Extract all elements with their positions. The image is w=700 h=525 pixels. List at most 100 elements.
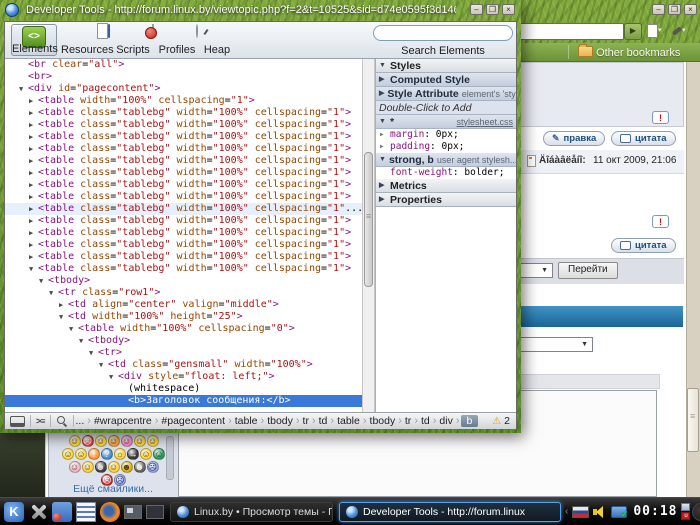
tree-row[interactable]: ▶<table class="tablebg" width="100%" cel… <box>5 239 362 251</box>
tab-profiles[interactable]: Profiles <box>157 24 197 56</box>
smiley-icon[interactable]: ☺ <box>69 461 81 473</box>
devtools-minimize-icon[interactable]: – <box>470 4 483 15</box>
tab-resources[interactable]: Resources <box>61 24 109 56</box>
browser-minimize-icon[interactable]: – <box>652 4 665 15</box>
tree-scrollbar-thumb[interactable] <box>364 152 373 287</box>
triangle-right-icon[interactable]: ▶ <box>29 107 38 119</box>
devtools-titlebar[interactable]: Developer Tools - http://forum.linux.by/… <box>0 0 521 21</box>
volume-icon[interactable] <box>593 505 607 519</box>
breadcrumb-item[interactable]: tr <box>403 415 413 427</box>
panel-cashew-icon[interactable] <box>692 503 700 521</box>
computed-style-header[interactable]: ▶Computed Style <box>376 73 516 87</box>
strongb-rule-header[interactable]: ▼strong, buser agent stylesh... <box>376 153 516 167</box>
triangle-right-icon[interactable]: ▶ <box>29 191 38 203</box>
tree-row[interactable]: ▶<table class="tablebg" width="100%" cel… <box>5 107 362 119</box>
tree-row[interactable]: ▶<table class="tablebg" width="100%" cel… <box>5 119 362 131</box>
tree-row[interactable]: ▶<td align="center" valign="middle"> <box>5 299 362 311</box>
tree-row[interactable]: ▼<tr> <box>5 347 362 359</box>
smiley-icon[interactable]: ☺ <box>147 435 159 447</box>
tree-row[interactable]: ▶<table class="tablebg" width="100%" cel… <box>5 191 362 203</box>
triangle-down-icon[interactable]: ▼ <box>69 323 78 335</box>
smiley-icon[interactable]: ! <box>88 448 100 460</box>
triangle-down-icon[interactable]: ▼ <box>19 83 28 95</box>
triangle-right-icon[interactable]: ▶ <box>29 95 38 107</box>
browser-maximize-icon[interactable]: ❐ <box>668 4 681 15</box>
tree-row[interactable]: ▼<table width="100%" cellspacing="0"> <box>5 323 362 335</box>
tree-row[interactable]: ▼<tbody> <box>5 335 362 347</box>
system-tools-icon[interactable] <box>28 502 48 522</box>
tree-row[interactable]: ▶<table class="tablebg" width="100%" cel… <box>5 143 362 155</box>
triangle-down-icon[interactable]: ▼ <box>29 263 38 275</box>
smiley-icon[interactable]: ☺ <box>108 461 120 473</box>
jump-go-button[interactable]: Перейти <box>558 262 618 279</box>
triangle-right-icon[interactable]: ▶ <box>29 119 38 131</box>
css-property[interactable]: ▶margin: 0px; <box>376 129 516 141</box>
breadcrumb-item[interactable]: table <box>335 415 362 427</box>
smiley-icon[interactable]: ☺ <box>75 448 87 460</box>
tree-row[interactable]: ▼<div style="float: left;"> <box>5 371 362 383</box>
pager-desktop-1[interactable] <box>124 505 142 519</box>
smilies-scrollbar[interactable] <box>166 436 174 480</box>
tab-scripts[interactable]: Scripts <box>113 24 153 56</box>
smiley-icon[interactable]: ☹ <box>147 461 159 473</box>
report-post-button[interactable]: ! <box>652 111 669 124</box>
smiley-icon[interactable]: ☺ <box>82 461 94 473</box>
smiley-icon[interactable]: ☻ <box>121 461 133 473</box>
tree-row[interactable]: ▶<table class="tablebg" width="100%" cel… <box>5 167 362 179</box>
smiley-icon[interactable]: ☺ <box>95 435 107 447</box>
smiley-icon[interactable]: ☺ <box>134 435 146 447</box>
keyboard-layout-flag-icon[interactable] <box>572 506 589 518</box>
more-smilies-link[interactable]: Ещё смайлики... <box>48 483 178 495</box>
tree-row[interactable]: ▶<table class="tablebg" width="100%" cel… <box>5 131 362 143</box>
clipboard-icon[interactable] <box>681 503 690 511</box>
network-status-icon[interactable] <box>611 506 627 518</box>
tree-row[interactable]: ▶<table width="100%" cellspacing="1"> <box>5 95 362 107</box>
triangle-right-icon[interactable]: ▶ <box>29 215 38 227</box>
other-bookmarks-button[interactable]: Other bookmarks <box>578 46 680 59</box>
smiley-icon[interactable]: ☻ <box>134 461 146 473</box>
smiley-icon[interactable]: ☼ <box>114 448 126 460</box>
remote-desktop-icon[interactable] <box>52 502 72 522</box>
breadcrumb-item[interactable]: #pagecontent <box>159 415 227 427</box>
smiley-icon[interactable]: ☺ <box>69 435 81 447</box>
warning-counter[interactable]: ⚠ 2 <box>492 415 510 427</box>
browser-scrollbar-thumb[interactable] <box>687 388 699 452</box>
breadcrumb-item[interactable]: div <box>437 415 454 427</box>
triangle-right-icon[interactable]: ▶ <box>29 179 38 191</box>
breadcrumb-item[interactable]: tr <box>301 415 311 427</box>
metrics-section-header[interactable]: ▶Metrics <box>376 179 516 193</box>
breadcrumb-item[interactable]: ... <box>74 415 87 427</box>
breadcrumb-item[interactable]: b <box>461 415 479 427</box>
tree-row[interactable]: ▼<td width="100%" height="25"> <box>5 311 362 323</box>
tree-row[interactable]: ▼<tbody> <box>5 275 362 287</box>
tree-row[interactable]: ▼<div id="pagecontent"> <box>5 83 362 95</box>
styles-section-header[interactable]: ▼Styles <box>376 59 516 73</box>
tree-row[interactable]: <br clear="all"> <box>5 59 362 71</box>
tree-row[interactable]: ▶<table class="tablebg" width="100%" cel… <box>5 227 362 239</box>
tree-row[interactable]: ▼<td class="gensmall" width="100%"> <box>5 359 362 371</box>
triangle-down-icon[interactable]: ▼ <box>109 371 118 383</box>
search-input[interactable] <box>373 25 513 41</box>
smiley-icon[interactable]: ☺ <box>140 448 152 460</box>
properties-section-header[interactable]: ▶Properties <box>376 193 516 207</box>
clock[interactable]: 00:18 <box>633 504 677 519</box>
quote-post-button[interactable]: цитата <box>611 238 676 253</box>
edit-post-button[interactable]: ✎правка <box>543 131 605 146</box>
report-post-button[interactable]: ! <box>652 215 669 228</box>
triangle-down-icon[interactable]: ▼ <box>59 311 68 323</box>
devtools-maximize-icon[interactable]: ❐ <box>486 4 499 15</box>
tree-row[interactable]: <br> <box>5 71 362 83</box>
dock-side-icon[interactable] <box>10 416 25 427</box>
css-property[interactable]: font-weight: bolder; <box>376 167 516 179</box>
triangle-down-icon[interactable]: ▼ <box>99 359 108 371</box>
triangle-down-icon[interactable]: ▼ <box>89 347 98 359</box>
smiley-icon[interactable]: ☺ <box>108 435 120 447</box>
tree-row[interactable]: ▼<table class="tablebg" width="100%" cel… <box>5 263 362 275</box>
style-attribute-header[interactable]: ▶Style Attributeelement's 'style' at... <box>376 87 516 101</box>
triangle-down-icon[interactable]: ▼ <box>39 275 48 287</box>
breadcrumb-item[interactable]: table <box>233 415 260 427</box>
css-property[interactable]: ▶padding: 0px; <box>376 141 516 153</box>
triangle-right-icon[interactable]: ▶ <box>29 203 38 215</box>
breadcrumb-item[interactable]: #wrapcentre <box>92 415 154 427</box>
tree-row[interactable]: <b>Заголовок сообщения:</b> <box>5 395 362 407</box>
